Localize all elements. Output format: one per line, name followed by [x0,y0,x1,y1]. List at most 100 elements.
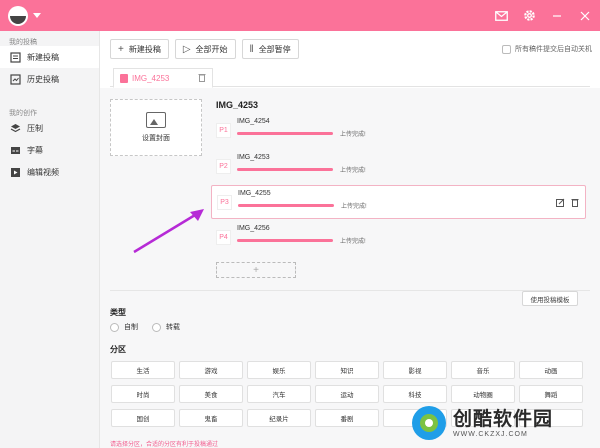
zone-button[interactable]: 国创 [111,409,175,427]
set-cover-label: 设置封面 [142,135,170,142]
auto-shutdown-option[interactable]: 所有稿件提交后自动关机 [502,44,592,54]
part-badge: P1 [216,123,231,138]
sidebar-group-my-creations: 我的创作 [9,110,37,117]
sidebar-item-label: 压制 [27,123,43,133]
radio-circle[interactable] [152,322,161,332]
layers-icon [10,123,21,134]
delete-icon[interactable] [198,73,206,84]
delete-icon[interactable] [571,198,579,209]
tab-name: IMG_4253 [132,73,170,83]
video-edit-icon [10,167,21,178]
part-item[interactable]: P3 IMG_4255 上传完成! [211,185,586,219]
title-bar [0,0,600,31]
sidebar-item-compress[interactable]: 压制 [0,117,99,139]
set-cover-button[interactable]: 设置封面 [110,99,202,156]
history-icon [10,73,21,85]
zone-button[interactable]: 影视 [383,361,447,379]
play-icon: ▷ [182,43,191,55]
radio-label: 转载 [166,324,180,331]
sidebar: 我的投稿 新建投稿 历史投稿 我的创作 压制 字幕 编辑视频 [0,31,100,448]
upload-status: 上传完成! [341,204,367,210]
video-title: IMG_4253 [216,100,259,110]
mail-icon[interactable] [494,9,508,23]
part-badge: P3 [217,195,232,210]
part-name: IMG_4254 [237,118,270,125]
zone-button[interactable]: 游戏 [179,361,243,379]
upload-progress-bar [237,168,333,171]
main-area: + 新建投稿 ▷ 全部开始 ‖ 全部暂停 所有稿件提交后自动关机 IMG_425… [100,31,600,448]
sidebar-item-label: 新建投稿 [27,52,59,62]
settings-icon[interactable] [522,9,536,23]
pause-icon: ‖ [249,43,254,55]
sidebar-item-new-upload[interactable]: 新建投稿 [0,46,99,68]
watermark-logo [412,406,446,440]
add-part-button[interactable]: + [216,262,296,278]
watermark-name: 创酷软件园 [453,408,554,430]
part-name: IMG_4255 [238,190,271,197]
edit-icon[interactable] [556,198,565,209]
part-name: IMG_4256 [237,225,270,232]
zone-button[interactable]: 鬼畜 [179,409,243,427]
zone-button[interactable]: 娱乐 [247,361,311,379]
divider [110,290,590,291]
pause-all-label: 全部暂停 [258,44,291,54]
chevron-down-icon[interactable] [33,13,41,18]
app-logo[interactable] [8,5,28,26]
sidebar-item-history[interactable]: 历史投稿 [0,68,99,90]
type-original-radio[interactable]: 自制 [110,322,138,332]
zone-button[interactable]: 动画 [519,361,583,379]
auto-shutdown-label: 所有稿件提交后自动关机 [515,46,592,53]
sidebar-item-edit-video[interactable]: 编辑视频 [0,161,99,183]
plus-icon: + [118,43,124,55]
radio-label: 自制 [124,324,138,331]
upload-tabs: IMG_4253 [110,67,590,88]
zone-button[interactable]: 汽车 [247,385,311,403]
zone-button[interactable]: 美食 [179,385,243,403]
new-upload-button[interactable]: + 新建投稿 [110,39,169,59]
upload-icon [10,51,21,63]
upload-status: 上传完成! [340,168,366,174]
close-icon[interactable] [578,9,592,23]
zone-button[interactable]: 纪录片 [247,409,311,427]
zone-button[interactable]: 生活 [111,361,175,379]
type-options: 自制 转载 [110,322,180,332]
use-template-button[interactable]: 使用投稿模板 [522,291,578,306]
sidebar-item-label: 字幕 [27,145,43,155]
toolbar: + 新建投稿 ▷ 全部开始 ‖ 全部暂停 [110,39,299,59]
part-item[interactable]: P2 IMG_4253 上传完成! [211,150,586,184]
part-item[interactable]: P4 IMG_4256 上传完成! [211,221,586,255]
image-icon [146,112,166,128]
watermark: 创酷软件园 WWW.CKZXJ.COM [412,398,600,448]
zone-button[interactable]: 时尚 [111,385,175,403]
zone-button[interactable]: 音乐 [451,361,515,379]
zone-button[interactable]: 番剧 [315,409,379,427]
sidebar-item-subtitle[interactable]: 字幕 [0,139,99,161]
annotation-arrow [133,209,204,254]
zone-button[interactable]: 运动 [315,385,379,403]
start-all-label: 全部开始 [195,44,228,54]
sidebar-item-label: 编辑视频 [27,167,59,177]
subtitle-icon [10,145,21,156]
upload-status: 上传完成! [340,132,366,138]
part-item[interactable]: P1 IMG_4254 上传完成! [211,114,586,148]
upload-status: 上传完成! [340,239,366,245]
upload-progress-bar [238,204,334,207]
zone-section-title: 分区 [110,345,126,354]
upload-progress-bar [237,132,333,135]
start-all-button[interactable]: ▷ 全部开始 [174,39,236,59]
watermark-url: WWW.CKZXJ.COM [453,430,528,438]
auto-shutdown-checkbox[interactable] [502,44,511,54]
minimize-icon[interactable] [550,9,564,23]
tab-upload[interactable]: IMG_4253 [113,68,213,88]
part-badge: P2 [216,159,231,174]
radio-circle[interactable] [110,322,119,332]
zone-button[interactable]: 知识 [315,361,379,379]
sidebar-item-label: 历史投稿 [27,74,59,84]
type-repost-radio[interactable]: 转载 [152,322,180,332]
new-upload-label: 新建投稿 [128,44,161,54]
type-section-title: 类型 [110,308,126,317]
zone-hint: 请选择分区，合适的分区有利于投稿通过 [110,442,219,448]
pause-all-button[interactable]: ‖ 全部暂停 [241,39,299,59]
upload-panel: 设置封面 IMG_4253 P1 IMG_4254 上传完成! P2 IMG_4… [100,88,600,448]
sidebar-group-my-uploads: 我的投稿 [9,39,37,46]
